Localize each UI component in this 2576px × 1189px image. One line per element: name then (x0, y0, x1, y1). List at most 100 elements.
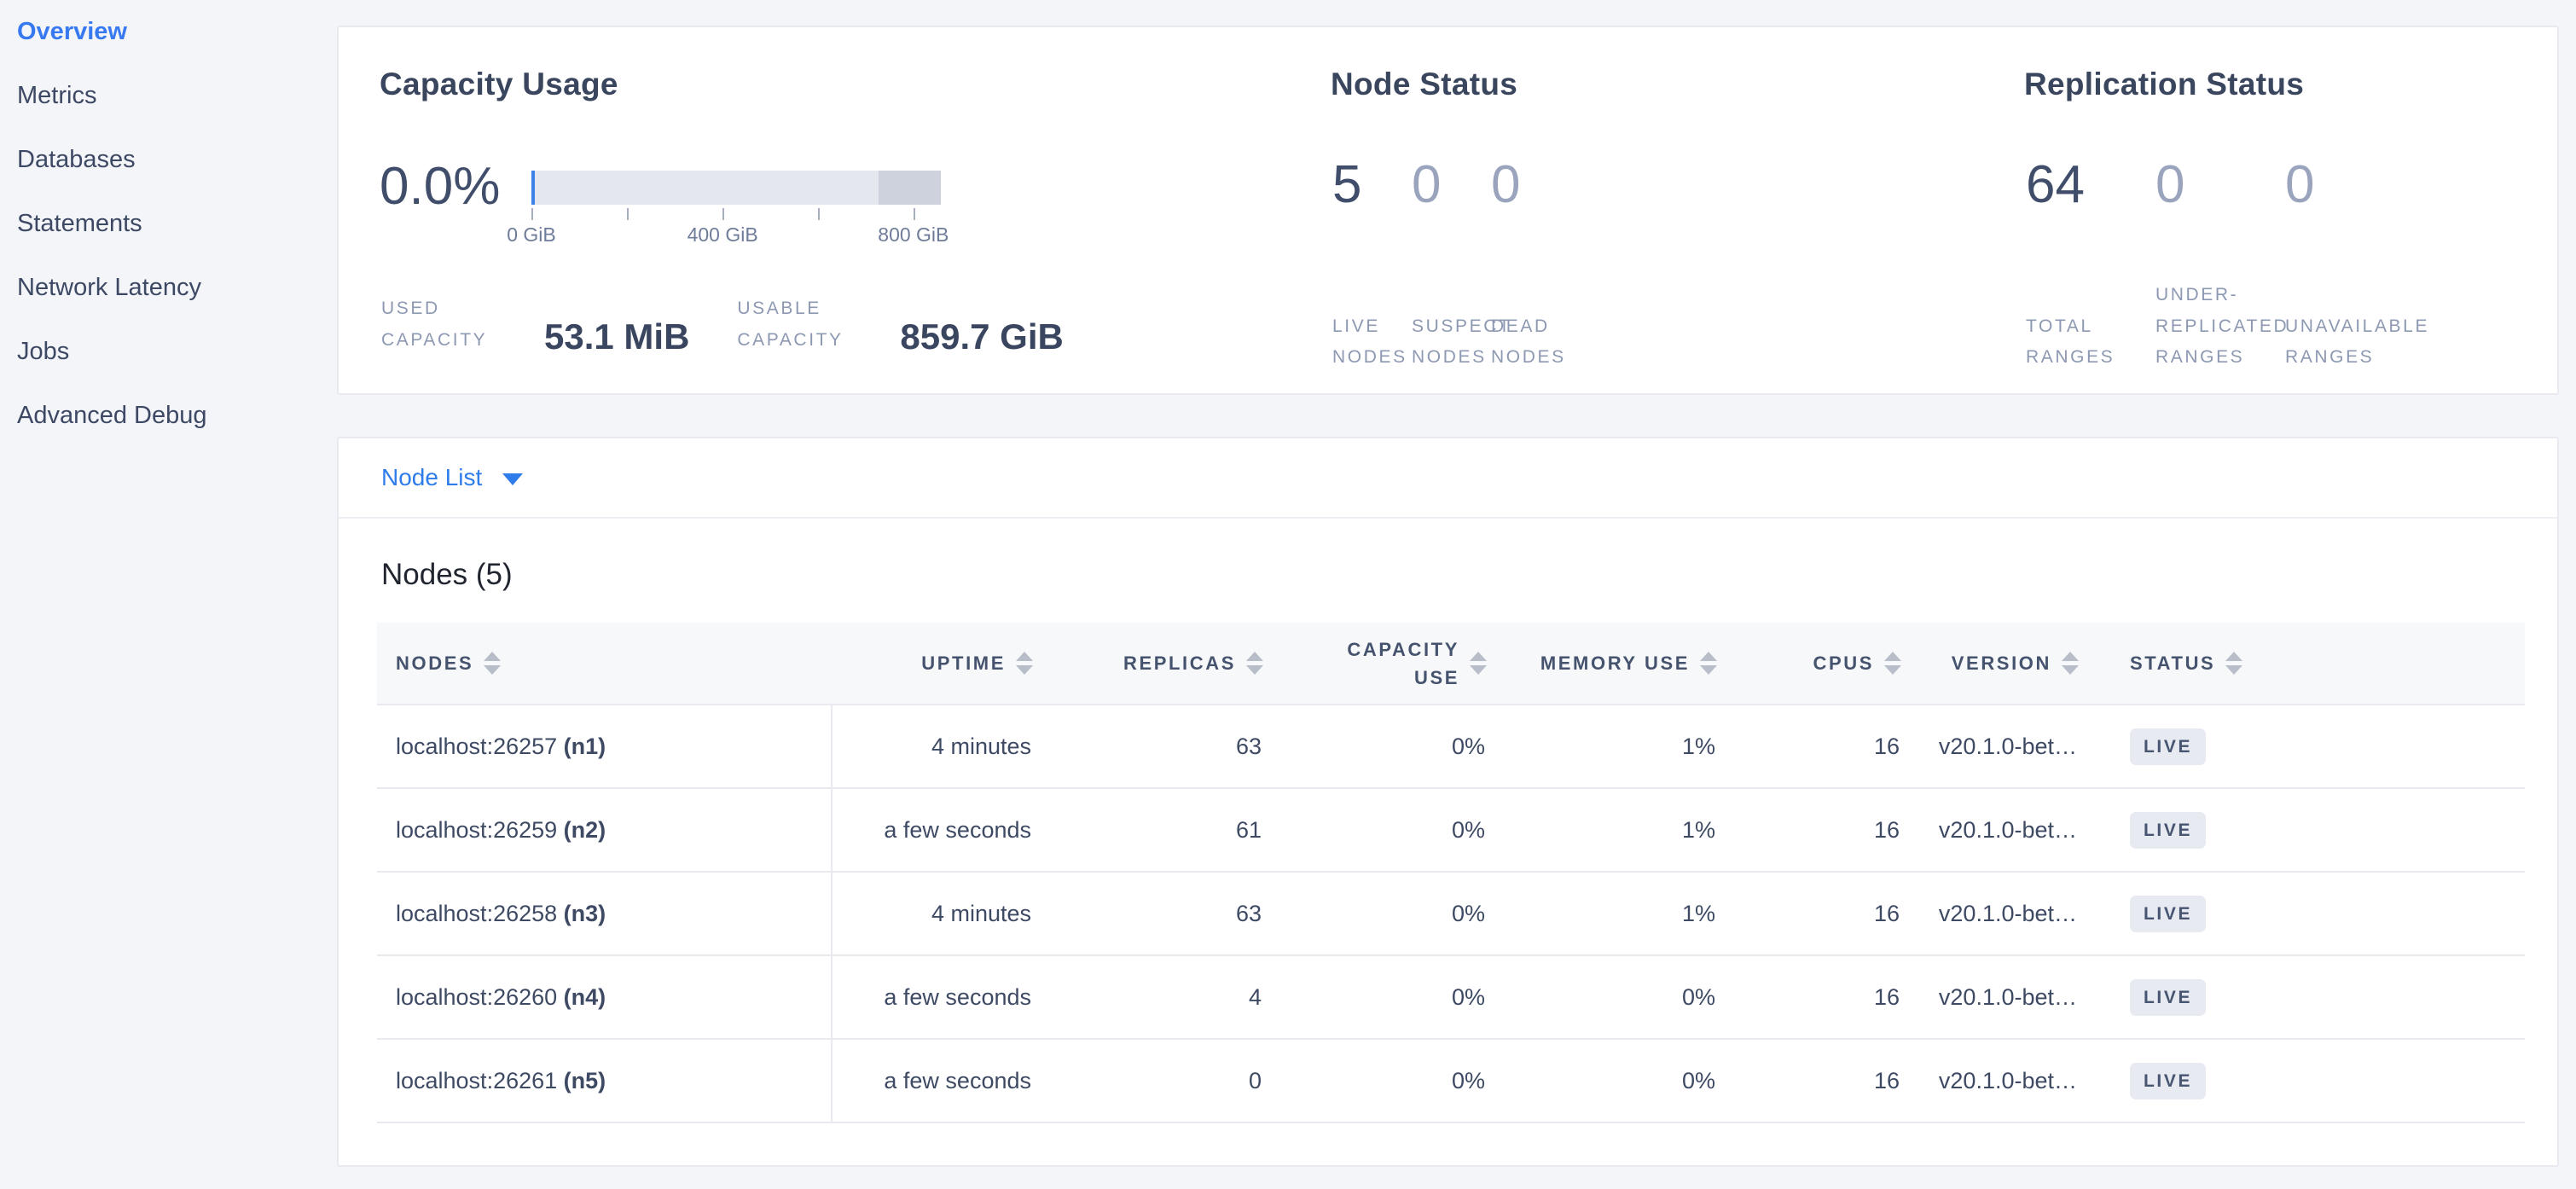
capacity-use-cell: 0% (1272, 955, 1495, 1039)
column-label: NODES (396, 652, 473, 675)
status-cell: LIVE (2087, 872, 2525, 955)
capacity-gauge-tick-labels: 0 GiB 400 GiB 800 GiB (531, 223, 941, 249)
column-label: CPUS (1813, 652, 1874, 675)
sidebar-item-label: Network Latency (17, 274, 201, 302)
under-replicated-stat: 0 UNDER-REPLICATED RANGES (2155, 159, 2285, 374)
nodes-table-wrap: NODES UPTIME REPLICAS CAPACITY USE MEMOR… (377, 623, 2521, 1123)
replicas-cell: 63 (1041, 872, 1272, 955)
suspect-nodes-value: 0 (1412, 159, 1491, 212)
capacity-percent: 0.0% (380, 160, 500, 213)
version-cell: v20.1.0-bet… (1910, 872, 2087, 955)
column-header-uptime[interactable]: UPTIME (832, 623, 1041, 705)
column-header-status[interactable]: STATUS (2087, 623, 2525, 705)
node-address: localhost:26257 (396, 734, 557, 759)
sidebar-item-label: Advanced Debug (17, 402, 207, 430)
uptime-cell: 4 minutes (832, 872, 1041, 955)
memory-use-cell: 0% (1495, 1039, 1726, 1122)
total-ranges-value: 64 (2026, 159, 2155, 212)
capacity-gauge-used-marker (531, 171, 535, 205)
unavailable-ranges-label: UNAVAILABLE RANGES (2285, 311, 2429, 374)
cluster-summary-card: Capacity Usage 0.0% 0 GiB 400 GiB 800 Gi… (337, 26, 2559, 395)
memory-use-cell: 1% (1495, 872, 1726, 955)
capacity-use-cell: 0% (1272, 788, 1495, 872)
node-cell: localhost:26260 (n4) (377, 955, 832, 1039)
sidebar-item-label: Jobs (17, 338, 69, 366)
status-badge: LIVE (2130, 812, 2206, 849)
node-address: localhost:26258 (396, 901, 557, 926)
uptime-cell: a few seconds (832, 955, 1041, 1039)
sidebar-item-label: Statements (17, 210, 142, 238)
sidebar-item-network-latency[interactable]: Network Latency (0, 256, 337, 320)
column-header-replicas[interactable]: REPLICAS (1041, 623, 1272, 705)
used-capacity-value: 53.1 MiB (544, 319, 689, 355)
uptime-cell: a few seconds (832, 1039, 1041, 1122)
chevron-down-icon (502, 473, 523, 485)
under-replicated-value: 0 (2155, 159, 2285, 212)
table-row[interactable]: localhost:26257 (n1) 4 minutes 63 0% 1% … (377, 705, 2525, 788)
table-header-row: NODES UPTIME REPLICAS CAPACITY USE MEMOR… (377, 623, 2525, 705)
sort-icon (1700, 652, 1717, 675)
status-badge: LIVE (2130, 896, 2206, 932)
table-row[interactable]: localhost:26258 (n3) 4 minutes 63 0% 1% … (377, 872, 2525, 955)
capacity-usage-panel: Capacity Usage 0.0% 0 GiB 400 GiB 800 Gi… (380, 67, 1301, 102)
nodes-table: NODES UPTIME REPLICAS CAPACITY USE MEMOR… (377, 623, 2525, 1123)
node-status-panel: Node Status 5 LIVE NODES 0 SUSPECT NODES… (1331, 67, 1979, 102)
table-row[interactable]: localhost:26261 (n5) a few seconds 0 0% … (377, 1039, 2525, 1122)
node-cell: localhost:26259 (n2) (377, 788, 832, 872)
node-list-dropdown[interactable]: Node List (381, 464, 523, 491)
replication-status-panel: Replication Status 64 TOTAL RANGES 0 UND… (2024, 67, 2536, 102)
nodes-heading: Nodes (5) (381, 558, 2557, 592)
node-id: (n4) (564, 984, 606, 1010)
version-cell: v20.1.0-bet… (1910, 955, 2087, 1039)
sort-icon (2062, 652, 2079, 675)
sidebar: Overview Metrics Databases Statements Ne… (0, 0, 337, 448)
version-cell: v20.1.0-bet… (1910, 705, 2087, 788)
sidebar-item-databases[interactable]: Databases (0, 128, 337, 192)
sort-icon (484, 652, 501, 675)
live-nodes-stat: 5 LIVE NODES (1332, 159, 1412, 374)
cpus-cell: 16 (1726, 872, 1910, 955)
live-nodes-value: 5 (1332, 159, 1412, 212)
status-cell: LIVE (2087, 1039, 2525, 1122)
sidebar-item-label: Databases (17, 146, 136, 174)
node-list-dropdown-row: Node List (339, 438, 2557, 519)
node-cell: localhost:26257 (n1) (377, 705, 832, 788)
replicas-cell: 4 (1041, 955, 1272, 1039)
column-label: REPLICAS (1123, 652, 1236, 675)
status-badge: LIVE (2130, 728, 2206, 765)
capacity-stats: USED CAPACITY 53.1 MiB USABLE CAPACITY 8… (381, 293, 1072, 357)
column-header-version[interactable]: VERSION (1910, 623, 2087, 705)
sidebar-item-jobs[interactable]: Jobs (0, 320, 337, 384)
cpus-cell: 16 (1726, 705, 1910, 788)
table-row[interactable]: localhost:26260 (n4) a few seconds 4 0% … (377, 955, 2525, 1039)
capacity-gauge-bar (531, 171, 941, 205)
status-badge: LIVE (2130, 979, 2206, 1016)
usable-capacity-value: 859.7 GiB (900, 319, 1063, 355)
column-label: VERSION (1952, 652, 2051, 675)
sidebar-item-metrics[interactable]: Metrics (0, 64, 337, 128)
sidebar-item-advanced-debug[interactable]: Advanced Debug (0, 384, 337, 448)
sidebar-item-statements[interactable]: Statements (0, 192, 337, 256)
status-badge: LIVE (2130, 1063, 2206, 1099)
version-cell: v20.1.0-bet… (1910, 1039, 2087, 1122)
node-list-card: Node List Nodes (5) NODES UPTIME R (337, 437, 2559, 1167)
capacity-gauge-ticks (531, 206, 941, 220)
node-status-stats: 5 LIVE NODES 0 SUSPECT NODES 0 DEAD NODE… (1332, 159, 1570, 374)
column-header-capacity-use[interactable]: CAPACITY USE (1272, 623, 1495, 705)
column-header-cpus[interactable]: CPUS (1726, 623, 1910, 705)
status-cell: LIVE (2087, 788, 2525, 872)
node-address: localhost:26259 (396, 817, 557, 843)
column-header-nodes[interactable]: NODES (377, 623, 832, 705)
sort-icon (1884, 652, 1901, 675)
node-address: localhost:26261 (396, 1068, 557, 1093)
tick-label-400: 400 GiB (688, 223, 758, 246)
node-list-dropdown-label: Node List (381, 464, 482, 491)
sort-icon (1470, 652, 1487, 675)
sidebar-item-overview[interactable]: Overview (0, 0, 337, 64)
usable-capacity-stat: USABLE CAPACITY 859.7 GiB (737, 293, 1071, 357)
column-header-memory-use[interactable]: MEMORY USE (1495, 623, 1726, 705)
capacity-usage-title: Capacity Usage (380, 67, 1301, 102)
table-row[interactable]: localhost:26259 (n2) a few seconds 61 0%… (377, 788, 2525, 872)
capacity-use-cell: 0% (1272, 1039, 1495, 1122)
dead-nodes-label: DEAD NODES (1491, 311, 1570, 374)
